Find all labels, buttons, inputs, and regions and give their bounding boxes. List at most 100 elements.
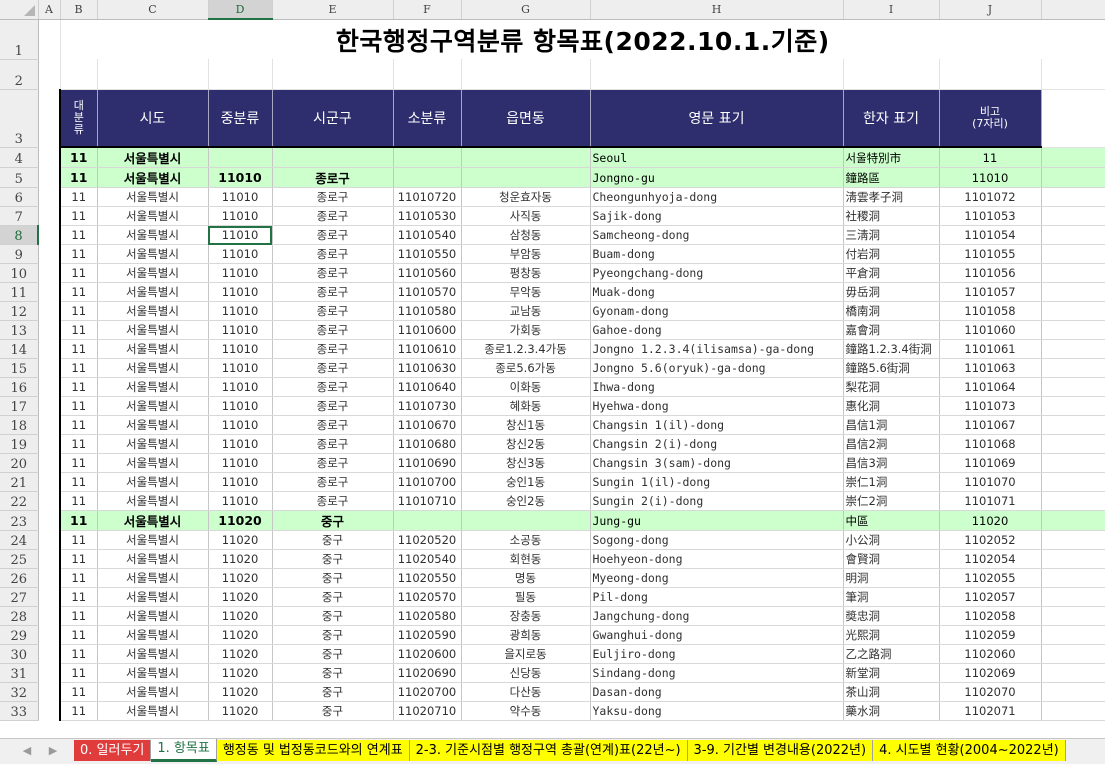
remark-cell[interactable]: 11010	[939, 167, 1042, 188]
empty-cell[interactable]	[1041, 491, 1105, 511]
minor-code-cell[interactable]: 11010720	[393, 187, 462, 207]
remark-cell[interactable]: 1101069	[939, 453, 1042, 473]
empty-cell[interactable]	[60, 59, 98, 90]
row-header-22[interactable]: 22	[0, 491, 39, 511]
row-header-7[interactable]: 7	[0, 206, 39, 226]
row-header-9[interactable]: 9	[0, 244, 39, 264]
hanja-name-cell[interactable]: 鐘路5.6街洞	[843, 358, 940, 378]
eupmyeondong-cell[interactable]: 숭인1동	[461, 472, 591, 492]
sido-cell[interactable]: 서울특별시	[97, 147, 209, 168]
remark-cell[interactable]: 1102069	[939, 663, 1042, 683]
mid-code-cell[interactable]: 11020	[208, 644, 273, 664]
minor-code-cell[interactable]: 11020690	[393, 663, 462, 683]
row-header-29[interactable]: 29	[0, 625, 39, 645]
empty-cell[interactable]	[1041, 663, 1105, 683]
empty-cell[interactable]	[1041, 625, 1105, 645]
remark-cell[interactable]: 1101067	[939, 415, 1042, 435]
empty-cell[interactable]	[1041, 244, 1105, 264]
sheet-tab-0[interactable]: 0. 일러두기	[74, 740, 152, 761]
major-code-cell[interactable]: 11	[59, 206, 98, 226]
major-code-cell[interactable]: 11	[59, 644, 98, 664]
major-code-cell[interactable]: 11	[59, 491, 98, 511]
row-header-4[interactable]: 4	[0, 147, 39, 168]
sigungu-cell[interactable]: 종로구	[272, 320, 394, 340]
minor-code-cell[interactable]: 11010560	[393, 263, 462, 283]
empty-cell[interactable]	[1041, 225, 1105, 245]
empty-cell[interactable]	[1041, 434, 1105, 454]
sido-cell[interactable]: 서울특별시	[97, 358, 209, 378]
remark-cell[interactable]: 1102052	[939, 530, 1042, 550]
hanja-name-cell[interactable]: 會賢洞	[843, 549, 940, 569]
eupmyeondong-cell[interactable]: 청운효자동	[461, 187, 591, 207]
mid-code-cell[interactable]: 11020	[208, 510, 273, 531]
mid-code-cell[interactable]: 11020	[208, 682, 273, 702]
minor-code-cell[interactable]: 11010690	[393, 453, 462, 473]
major-code-cell[interactable]: 11	[59, 682, 98, 702]
row-header-20[interactable]: 20	[0, 453, 39, 473]
hanja-name-cell[interactable]: 鐘路區	[843, 167, 940, 188]
empty-cell[interactable]	[1041, 301, 1105, 321]
sido-cell[interactable]: 서울특별시	[97, 625, 209, 645]
english-name-cell[interactable]: Sungin 1(il)-dong	[590, 472, 844, 492]
remark-cell[interactable]: 1101054	[939, 225, 1042, 245]
mid-code-cell[interactable]: 11020	[208, 625, 273, 645]
empty-cell[interactable]	[1041, 549, 1105, 569]
english-name-cell[interactable]: Euljiro-dong	[590, 644, 844, 664]
english-name-cell[interactable]: Seoul	[590, 147, 844, 168]
row-header-27[interactable]: 27	[0, 587, 39, 607]
major-code-cell[interactable]: 11	[59, 587, 98, 607]
minor-code-cell[interactable]: 11010680	[393, 434, 462, 454]
row-header-10[interactable]: 10	[0, 263, 39, 283]
empty-cell[interactable]	[1041, 89, 1105, 148]
mid-code-cell[interactable]: 11020	[208, 701, 273, 721]
sigungu-cell[interactable]: 중구	[272, 568, 394, 588]
eupmyeondong-cell[interactable]: 교남동	[461, 301, 591, 321]
mid-code-cell[interactable]: 11010	[208, 263, 273, 283]
sigungu-cell[interactable]: 종로구	[272, 167, 394, 188]
empty-cell[interactable]	[1041, 167, 1105, 188]
row-header-14[interactable]: 14	[0, 339, 39, 359]
sigungu-cell[interactable]: 중구	[272, 587, 394, 607]
major-code-cell[interactable]: 11	[59, 453, 98, 473]
sigungu-cell[interactable]: 종로구	[272, 225, 394, 245]
hanja-name-cell[interactable]: 昌信3洞	[843, 453, 940, 473]
remark-cell[interactable]: 1102055	[939, 568, 1042, 588]
sheet-tab-4[interactable]: 3-9. 기간별 변경내용(2022년)	[687, 740, 874, 761]
remark-cell[interactable]: 1101073	[939, 396, 1042, 416]
sido-cell[interactable]: 서울특별시	[97, 225, 209, 245]
mid-code-cell[interactable]: 11020	[208, 530, 273, 550]
minor-code-cell[interactable]: 11010580	[393, 301, 462, 321]
row-header-8[interactable]: 8	[0, 225, 39, 245]
sigungu-cell[interactable]: 종로구	[272, 491, 394, 511]
eupmyeondong-cell[interactable]: 이화동	[461, 377, 591, 397]
mid-code-cell[interactable]: 11020	[208, 606, 273, 626]
hanja-name-cell[interactable]: 小公洞	[843, 530, 940, 550]
hanja-name-cell[interactable]: 鐘路1.2.3.4街洞	[843, 339, 940, 359]
english-name-cell[interactable]: Jung-gu	[590, 510, 844, 531]
empty-cell[interactable]	[1041, 606, 1105, 626]
eupmyeondong-cell[interactable]: 삼청동	[461, 225, 591, 245]
major-code-cell[interactable]: 11	[59, 434, 98, 454]
empty-cell[interactable]	[1041, 530, 1105, 550]
eupmyeondong-cell[interactable]: 을지로동	[461, 644, 591, 664]
remark-cell[interactable]: 1101070	[939, 472, 1042, 492]
minor-code-cell[interactable]: 11010640	[393, 377, 462, 397]
hanja-name-cell[interactable]: 서울特別市	[843, 147, 940, 168]
sigungu-cell[interactable]	[272, 147, 394, 168]
english-name-cell[interactable]: Changsin 3(sam)-dong	[590, 453, 844, 473]
row-header-13[interactable]: 13	[0, 320, 39, 340]
row-header-2[interactable]: 2	[0, 59, 39, 90]
header-english-name[interactable]: 영문 표기	[590, 88, 844, 148]
row-header-5[interactable]: 5	[0, 167, 39, 188]
empty-cell[interactable]	[97, 59, 209, 90]
mid-code-cell[interactable]: 11010	[208, 415, 273, 435]
sido-cell[interactable]: 서울특별시	[97, 187, 209, 207]
row-header-25[interactable]: 25	[0, 549, 39, 569]
sigungu-cell[interactable]: 중구	[272, 606, 394, 626]
major-code-cell[interactable]: 11	[59, 282, 98, 302]
empty-cell[interactable]	[1041, 187, 1105, 207]
english-name-cell[interactable]: Sogong-dong	[590, 530, 844, 550]
hanja-name-cell[interactable]: 藥水洞	[843, 701, 940, 721]
minor-code-cell[interactable]	[393, 510, 462, 531]
column-header-e[interactable]: E	[272, 0, 394, 20]
